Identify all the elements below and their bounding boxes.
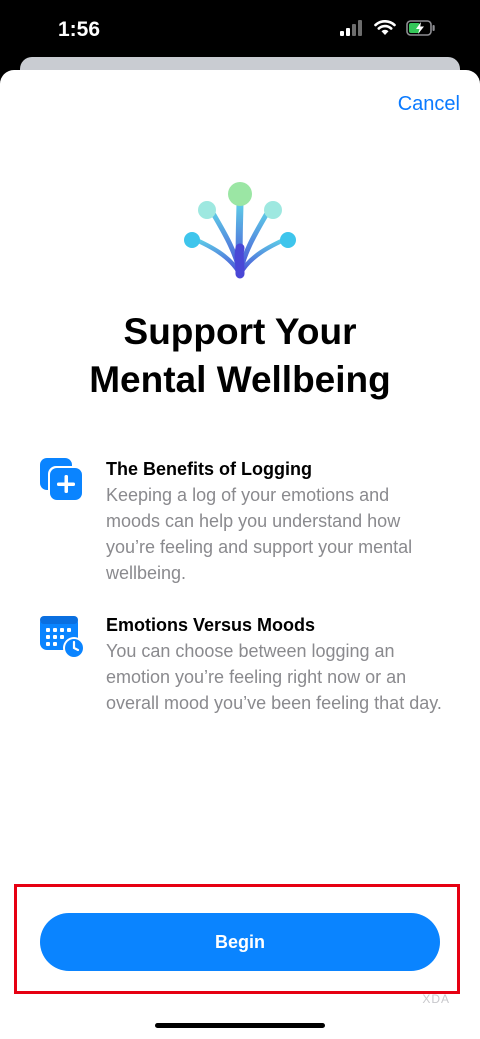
- feature-title: The Benefits of Logging: [106, 459, 312, 479]
- status-time: 1:56: [58, 18, 101, 41]
- cellular-signal-icon: [340, 20, 364, 41]
- calendar-clock-icon: [38, 612, 86, 660]
- begin-button[interactable]: Begin: [40, 913, 440, 971]
- feature-title: Emotions Versus Moods: [106, 615, 316, 635]
- feature-description: You can choose between logging an emotio…: [106, 641, 442, 713]
- page-title-line-2: Mental Wellbeing: [89, 359, 391, 400]
- page-title: Support Your Mental Wellbeing: [0, 308, 480, 404]
- page-title-line-1: Support Your: [123, 311, 357, 352]
- cancel-button[interactable]: Cancel: [398, 93, 460, 116]
- home-indicator[interactable]: [155, 1023, 325, 1028]
- wifi-icon: [374, 20, 396, 41]
- feature-description: Keeping a log of your emotions and moods…: [106, 485, 413, 583]
- battery-charging-icon: [406, 20, 436, 41]
- add-log-icon: [38, 456, 86, 504]
- watermark: XDA: [422, 992, 450, 1006]
- status-icons: [340, 20, 436, 41]
- status-bar: 1:56: [0, 0, 480, 62]
- wellbeing-tree-icon: [180, 178, 300, 288]
